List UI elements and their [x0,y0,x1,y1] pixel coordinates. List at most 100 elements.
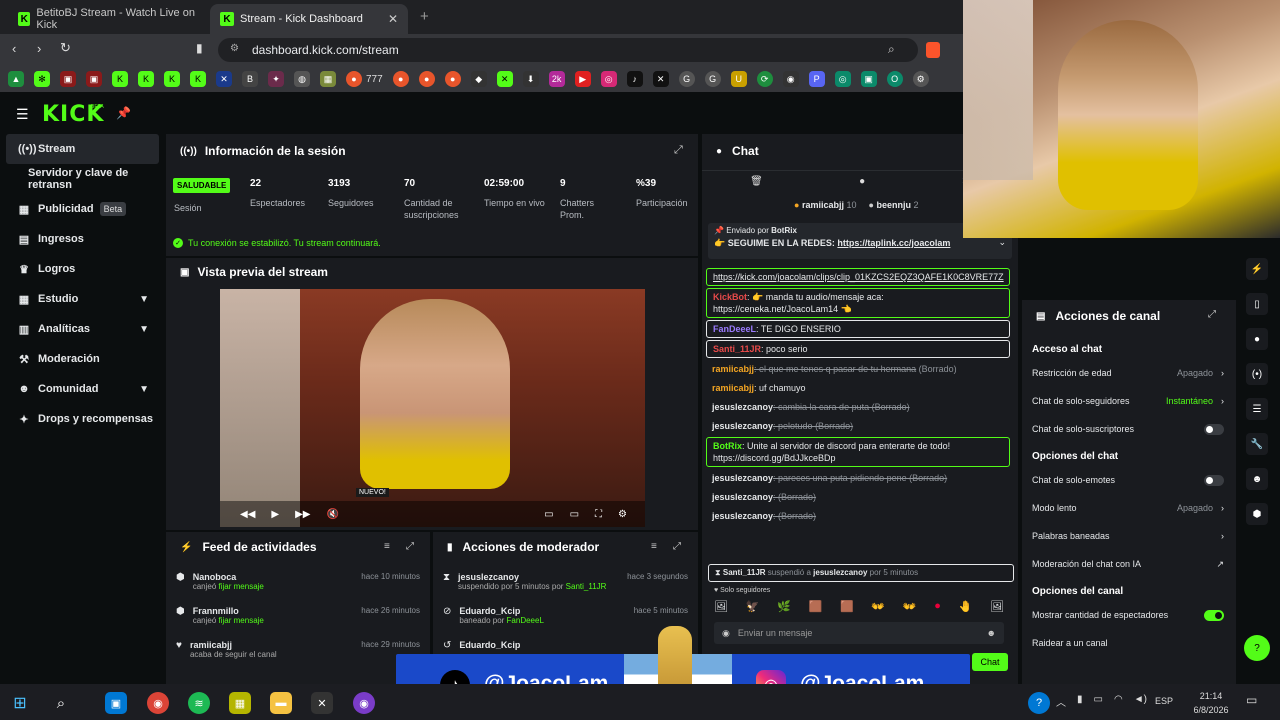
chat-username[interactable]: jesuslezcanoy [712,473,773,483]
search-icon[interactable]: ⌕ [50,692,72,714]
chat-username[interactable]: ramiicabjj [712,364,754,374]
wrench-icon[interactable]: 🔧 [1246,433,1268,455]
bookmark-icon[interactable]: P [808,71,825,87]
forward-icon[interactable]: › [37,41,41,56]
activity-user[interactable]: ramiicabjj [190,640,277,650]
fullscreen-icon[interactable]: ⛶ [595,509,602,520]
chevron-down-icon[interactable]: ⌄ [998,237,1006,248]
emote-icon[interactable]: 🟫 [840,600,854,613]
bookmark-icon[interactable]: ✻ [34,71,50,87]
setting-show-viewer-count[interactable]: Mostrar cantidad de espectadores [1022,601,1236,629]
chat-send-button[interactable]: Chat [972,653,1008,671]
settings-icon[interactable]: ⚙ [618,509,627,520]
activity-user[interactable]: Frannmillo [193,606,264,616]
bookmark-icon[interactable]: ● [418,71,435,87]
top-chatter-name[interactable]: ramiicabjj [802,200,844,210]
rewind-icon[interactable]: ◀◀ [240,509,255,520]
setting-age-restriction[interactable]: Restricción de edad Apagado › [1022,359,1236,387]
broadcast-icon[interactable]: (•) [1246,363,1268,385]
bookmark-icon[interactable]: ⟳ [756,71,773,87]
bookmark-icon[interactable]: ▣ [60,71,76,87]
theater-icon[interactable]: ▭ [570,509,579,520]
sidebar-item-moderacion[interactable]: ⚒ Moderación [0,344,165,374]
sidebar-item-analiticas[interactable]: ▥ Analíticas ▼ [0,314,165,344]
emote-icon[interactable]: 🦅 [746,600,760,613]
kick-bookmark-icon[interactable]: K [138,71,154,87]
bookmark-icon[interactable]: B [242,71,258,87]
popout-icon[interactable]: ⤢ [674,144,683,157]
bookmark-777[interactable]: ● 777 [346,71,383,87]
bookmark-icon[interactable]: ◎ [834,71,851,87]
chat-username[interactable]: jesuslezcanoy [712,511,773,521]
help-icon[interactable]: ? [1028,692,1050,714]
mod-action-user[interactable]: Eduardo_Kcip [459,606,544,616]
trash-icon[interactable]: 🗑 [750,176,763,192]
windows-start-icon[interactable]: ⊞ [9,692,31,714]
app-icon[interactable]: ◉ [353,692,375,714]
bookmark-icon[interactable]: ◆ [470,71,487,87]
smile-icon[interactable]: ☻ [987,628,996,638]
subscribers-only-toggle[interactable] [1204,423,1224,435]
activity-user[interactable]: Nanoboca [193,572,264,582]
pin-icon[interactable]: 📌 [116,106,131,120]
chat-username[interactable]: jesuslezcanoy [712,421,773,431]
setting-subscribers-only[interactable]: Chat de solo-suscriptores [1022,415,1236,443]
chrome-icon[interactable]: ◉ [147,692,169,714]
mod-action-user[interactable]: Eduardo_Kcip [459,640,520,651]
emote-icon[interactable]: 🤚 [959,600,973,613]
forward-icon[interactable]: ▶▶ [295,509,310,520]
captions-icon[interactable]: ▭ [544,509,553,520]
zoom-icon[interactable]: ⌕ [888,42,895,57]
emote-icon[interactable]: 🖼 [990,600,1004,613]
bookmark-icon[interactable]: ▮ [196,41,203,55]
chat-bubble-icon[interactable]: ● [1246,328,1268,350]
tiktok-icon[interactable]: ♪ [626,71,643,87]
close-icon[interactable]: ✕ [388,12,398,26]
play-icon[interactable]: ▶ [271,509,279,520]
browser-tab-betitobj[interactable]: K BetitoBJ Stream - Watch Live on Kick [8,4,208,34]
folder-icon[interactable]: ▬ [270,692,292,714]
popout-icon[interactable]: ⤢ [673,541,681,552]
bookmark-icon[interactable]: ▣ [86,71,102,87]
bookmark-icon[interactable]: ✕ [216,71,232,87]
setting-followers-only[interactable]: Chat de solo-seguidores Instantáneo › [1022,387,1236,415]
emote-icon[interactable]: 🖼 [714,600,728,613]
back-icon[interactable]: ‹ [12,41,16,56]
bookmark-icon[interactable]: ▦ [320,71,336,87]
bookmark-icon[interactable]: ▣ [860,71,877,87]
microphone-icon[interactable]: ▮ [1077,694,1083,709]
sidebar-item-estudio[interactable]: ▦ Estudio ▼ [0,284,165,314]
sidebar-item-logros[interactable]: ♛ Logros [0,254,165,284]
bookmark-icon[interactable]: U [730,71,747,87]
bookmark-icon[interactable]: ⬇ [522,71,539,87]
brave-shield-icon[interactable] [926,42,940,58]
app-icon[interactable]: ▦ [229,692,251,714]
chat-username[interactable]: jesuslezcanoy [712,402,773,412]
popout-icon[interactable]: ⤢ [1208,309,1216,320]
volume-icon[interactable]: ◄) [1134,694,1147,709]
emotes-only-toggle[interactable] [1204,474,1224,486]
emote-icon[interactable]: 👐 [871,600,885,613]
new-tab-icon[interactable]: + [420,8,429,25]
chat-username[interactable]: FanDeeeL [713,324,756,334]
setting-slow-mode[interactable]: Modo lento Apagado › [1022,494,1236,522]
sidebar-item-server-key[interactable]: Servidor y clave de retransn [0,164,165,194]
x-icon[interactable]: ✕ [652,71,669,87]
app-icon[interactable]: ✕ [311,692,333,714]
document-icon[interactable]: ▯ [1246,293,1268,315]
reload-icon[interactable]: ↻ [60,40,71,56]
bookmark-icon[interactable]: ● [392,71,409,87]
menu-icon[interactable]: ☰ [16,106,29,123]
bookmark-icon[interactable]: O [886,71,903,87]
help-icon[interactable]: ? [1244,635,1270,661]
chat-bubble-icon[interactable]: ● [859,176,865,192]
pinned-link[interactable]: https://taplink.cc/joacolam [837,238,950,248]
kick-bookmark-icon[interactable]: K [164,71,180,87]
setting-banned-words[interactable]: Palabras baneadas › [1022,522,1236,550]
setting-emotes-only[interactable]: Chat de solo-emotes [1022,466,1236,494]
timeout-moderator[interactable]: Santi_11JR [723,568,766,577]
mute-icon[interactable]: 🔇 [326,509,338,520]
chat-input[interactable]: ◉ Enviar un mensaje ☻ [714,622,1004,644]
users-icon[interactable]: ☻ [1246,468,1268,490]
bookmark-icon[interactable]: ◉ [782,71,799,87]
